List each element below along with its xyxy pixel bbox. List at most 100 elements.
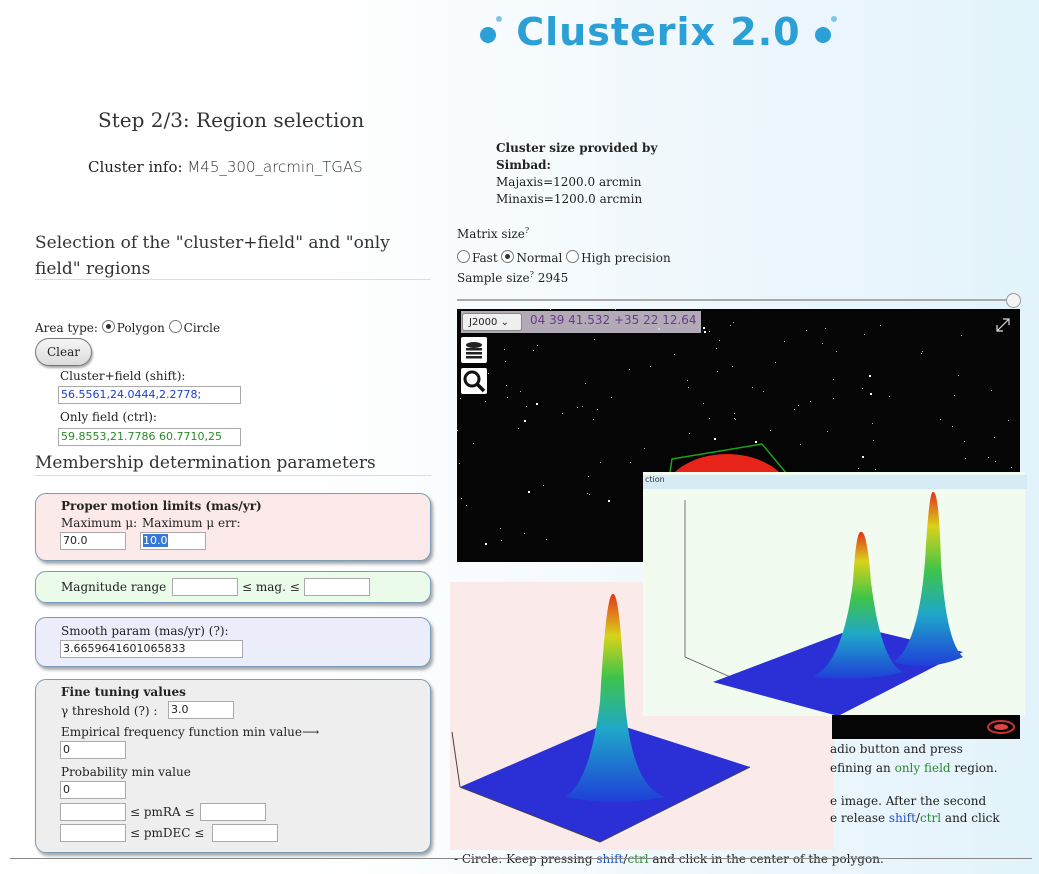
cluster-field-label: Cluster+field (shift): [60,369,186,383]
logo-text: Clusterix 2.0 [516,10,801,54]
fine-tuning-box: Fine tuning values γ threshold (?) : 3.0… [35,679,431,853]
max-mu-label: Maximum μ: [61,516,138,530]
help-only-field: only field [894,761,951,775]
sky-viewer-footer [832,715,1020,739]
app-logo: Clusterix 2.0 [480,10,837,54]
only-field-input[interactable]: 59.8553,21.7786 60.7710,25 [58,428,241,446]
region-title-line1: Selection of the "cluster+field" and "on… [35,233,390,253]
help-shift: shift [596,852,624,866]
help-ctrl: ctrl [627,852,649,866]
help-text: efining an [830,761,895,775]
page-title: Step 2/3: Region selection [98,108,365,132]
max-mu-input[interactable]: 70.0 [60,532,126,550]
sample-size-label: Sample size [457,271,530,285]
simbad-title: Cluster size provided by Simbad: [496,141,658,172]
emp-label: Empirical frequency function min value⟶ [61,725,320,739]
circle-label: Circle [183,321,221,335]
region-section-title: Selection of the "cluster+field" and "on… [35,230,390,282]
max-mu-err-input[interactable]: 10.0 [140,532,206,550]
layers-icon[interactable] [461,337,487,363]
smooth-input[interactable]: 3.6659641601065833 [60,640,243,658]
help-text: region. [950,761,998,775]
area-type-row: Area type: Polygon Circle [35,320,220,335]
cluster-name: M45_300_arcmin_TGAS [187,158,363,176]
logo-dot-icon [814,26,831,43]
plot-window-title: ction [643,475,1027,489]
help-line-4: e release shift/ctrl and click [830,811,1000,825]
mag-max-input[interactable] [304,578,370,596]
gamma-input[interactable]: 3.0 [168,701,234,719]
logo-dot-icon [480,26,496,43]
proper-motion-box: Proper motion limits (mas/yr) Maximum μ:… [35,493,431,561]
simbad-minaxis: Minaxis=1200.0 arcmin [496,192,643,206]
mag-range-label: Magnitude range [61,580,167,594]
fine-title: Fine tuning values [61,685,186,699]
cluster-info: Cluster info: M45_300_arcmin_TGAS [88,158,363,176]
membership-section-title: Membership determination parameters [35,453,376,473]
logo-small-dot-icon [496,16,502,22]
pmdec-min-input[interactable] [60,824,126,842]
sample-size: Sample size? 2945 [457,270,568,285]
pmra-label: ≤ pmRA ≤ [130,805,195,819]
search-icon[interactable] [461,368,487,394]
sample-help-icon[interactable]: ? [530,270,534,279]
simbad-majaxis: Majaxis=1200.0 arcmin [496,175,642,189]
smooth-box: Smooth param (mas/yr) (?): 3.66596416010… [35,617,431,667]
divider [35,475,431,476]
pmdec-max-input[interactable] [212,824,278,842]
matrix-label-text: Matrix size [457,227,525,241]
sample-size-value: 2945 [537,271,569,285]
region-title-line2: field" regions [35,259,151,279]
prob-label: Probability min value [61,765,191,779]
only-field-label: Only field (ctrl): [60,410,157,424]
mag-min-input[interactable] [172,578,238,596]
expand-icon[interactable] [995,317,1011,333]
clear-button[interactable]: Clear [35,338,92,366]
frame-select-value: J2000 [469,317,498,328]
page-bottom-border [10,858,1032,859]
help-line-1: adio button and press [830,742,963,756]
pmra-min-input[interactable] [60,803,126,821]
sample-slider-track[interactable] [457,299,1014,301]
matrix-help-icon[interactable]: ? [525,226,529,235]
cluster-field-input[interactable]: 56.5561,24.0444,2.2778; [58,386,241,404]
polygon-radio[interactable] [101,320,115,333]
matrix-size-label: Matrix size? [457,226,529,241]
galaxy-logo-icon [987,720,1015,734]
prob-input[interactable]: 0 [60,781,126,799]
max-mu-err-selected: 10.0 [143,534,168,547]
coordinates-readout: 04 39 41.532 +35 22 12.64 [530,313,697,327]
pmdec-label: ≤ pmDEC ≤ [130,826,205,840]
circle-radio[interactable] [168,320,182,333]
pm-title: Proper motion limits (mas/yr) [61,499,262,513]
area-type-label: Area type: [35,321,98,335]
smooth-label: Smooth param (mas/yr) (?): [61,624,229,638]
gamma-label: γ threshold (?) : [61,704,158,718]
mag-le-label: ≤ mag. ≤ [242,580,300,594]
high-precision-radio[interactable] [566,250,580,263]
normal-radio[interactable] [501,250,515,263]
help-text: - Circle: Keep pressing [454,852,597,866]
fast-label: Fast [472,251,498,265]
polygon-label: Polygon [116,321,165,335]
help-shift: shift [888,811,916,825]
high-precision-label: High precision [581,251,671,265]
emp-input[interactable]: 0 [60,741,126,759]
help-ctrl: ctrl [919,811,942,825]
frame-select[interactable]: J2000 ⌄ [462,313,522,331]
logo-small-dot-icon [830,16,837,22]
simbad-info: Cluster size provided by Simbad: Majaxis… [496,140,696,208]
help-line-3: e image. After the second [830,794,987,808]
fast-radio[interactable] [457,250,470,263]
divider [35,279,431,280]
normal-label: Normal [516,251,563,265]
chevron-down-icon: ⌄ [500,317,509,328]
help-text: and click in the center of the polygon. [648,852,884,866]
pmra-max-input[interactable] [200,803,266,821]
magnitude-box: Magnitude range ≤ mag. ≤ [35,571,431,603]
help-text: and click [941,811,1000,825]
matrix-options: Fast Normal High precision [457,250,671,265]
cluster-info-label: Cluster info: [88,158,183,176]
density-plot-field [643,472,1025,716]
sample-slider-handle[interactable] [1006,293,1021,308]
